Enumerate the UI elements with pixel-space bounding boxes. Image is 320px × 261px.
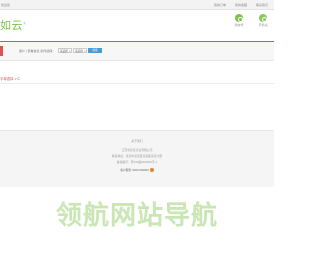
logo-text: 如云 [0,19,23,32]
category-select[interactable]: 请选择 [58,47,72,54]
top-links: 我的订单 我的收藏 联系我们 [214,3,268,7]
site-footer: 关于我们 江苏省某某企业有限公司 联系地址：某某市某某区某某路某某大厦 备案编号… [0,130,274,187]
breadcrumb: 字母选择 > C [0,76,20,81]
wechat-icon [235,14,243,22]
footer-address: 联系地址：某某市某某区某某路某某大厦 [111,154,163,158]
site-logo[interactable]: 如云® [0,17,27,33]
top-link-favorites[interactable]: 我的收藏 [235,3,247,7]
top-bar: 欢迎您 我的订单 我的收藏 联系我们 [0,0,274,10]
footer-icp[interactable]: 备案编号：苏ICP备0000000号-1 [0,160,274,164]
header-icons: 微信号 手机站 [232,14,270,27]
search-label: 客户 | 查看信息 条件选择： [19,48,56,53]
footer-service-text: 客户服务 0000-000000 [120,167,149,172]
footer-service: 客户服务 0000-000000 [0,168,274,172]
wechat-link[interactable]: 微信号 [232,14,246,27]
mobile-label: 手机站 [258,23,268,27]
mobile-link[interactable]: 手机站 [256,14,270,27]
region-select[interactable]: 请选择 [73,47,87,54]
logo-mark: ® [23,21,27,26]
search-button[interactable]: 搜索 [88,47,102,53]
welcome-text: 欢迎您 [1,2,11,7]
mobile-icon [259,14,267,22]
home-marker [0,46,3,56]
top-link-orders[interactable]: 我的订单 [214,3,226,7]
footer-about[interactable]: 关于我们 [0,139,274,143]
search-bar: 客户 | 查看信息 条件选择： 请选择 请选择 搜索 [0,42,274,61]
footer-company: 江苏省某某企业有限公司 [121,148,153,152]
top-link-contact[interactable]: 联系我们 [256,3,268,7]
badge-icon [149,167,154,172]
wechat-label: 微信号 [234,23,244,27]
watermark-text: 领航网站导航 [55,201,218,231]
breadcrumb-divider [0,83,274,84]
breadcrumb-title[interactable]: 字母选择 [0,77,14,81]
breadcrumb-current: > C [13,77,20,81]
